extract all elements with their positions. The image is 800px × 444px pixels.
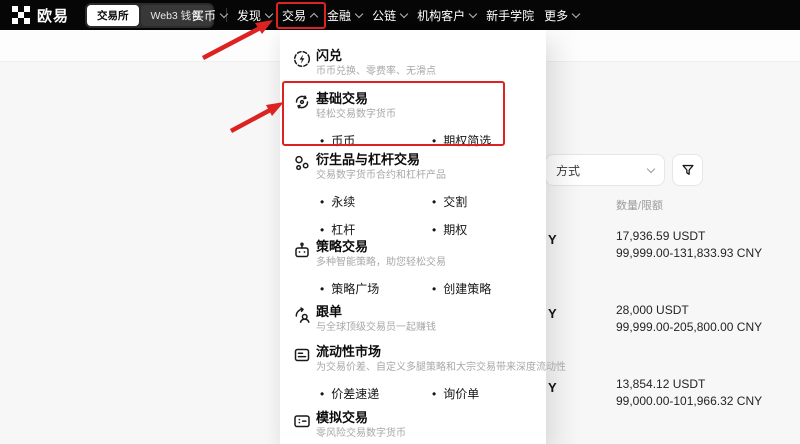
menu-section-liquidity-marketplace[interactable]: 流动性市场 为交易价差、自定义多腿策略和大宗交易带来深度流动性 价差速递 询价单: [280, 344, 566, 414]
top-navbar: 欧易 交易所 Web3 钱包 买币 发现 交易 金融 公链 机构客户 新手学院 …: [0, 0, 800, 30]
okx-trade-menu-screenshot: 欧易 交易所 Web3 钱包 买币 发现 交易 金融 公链 机构客户 新手学院 …: [0, 0, 800, 444]
menu-link-strategy-square[interactable]: 策略广场: [320, 281, 432, 297]
nav-item-academy[interactable]: 新手学院: [486, 7, 534, 24]
nav-item-buy-crypto[interactable]: 买币: [192, 7, 229, 24]
menu-link-perpetual[interactable]: 永续: [320, 194, 432, 210]
amount-limit-cell: 13,854.12 USDT 99,000.00-101,966.32 CNY: [616, 377, 763, 408]
menu-link-rfq[interactable]: 询价单: [432, 386, 544, 402]
payment-method-select[interactable]: 方式: [545, 154, 665, 186]
menu-item-title[interactable]: 策略交易: [316, 239, 546, 255]
nav-item-finance[interactable]: 金融: [327, 7, 364, 24]
chevron-up-icon: [309, 12, 319, 21]
robot-icon: [292, 240, 312, 260]
chevron-down-icon: [264, 9, 274, 18]
menu-item-title[interactable]: 模拟交易: [316, 410, 546, 426]
price-fragment: Y: [548, 232, 557, 247]
annotation-arrow-to-basic-trading: [229, 102, 284, 133]
convert-icon: [292, 92, 312, 112]
menu-link-create-strategy[interactable]: 创建策略: [432, 281, 544, 297]
lightning-icon: [292, 49, 312, 69]
price-fragment: Y: [548, 306, 557, 321]
molecule-icon: [292, 153, 312, 173]
amount-limit-column-header: 数量/限额: [616, 200, 664, 212]
chevron-down-icon: [468, 9, 478, 18]
menu-item-title[interactable]: 衍生品与杠杆交易: [316, 152, 546, 168]
toggle-exchange-button[interactable]: 交易所: [87, 4, 139, 26]
nav-item-public-chain[interactable]: 公链: [372, 7, 409, 24]
menu-section-strategy-trading[interactable]: 策略交易 多种智能策略，助您轻松交易 策略广场 创建策略: [280, 239, 546, 309]
okx-logo-icon: [12, 6, 30, 24]
menu-section-demo-trading[interactable]: 模拟交易 零风险交易数字货币: [280, 410, 546, 441]
menu-link-futures[interactable]: 交割: [432, 194, 544, 210]
menu-section-basic-trading[interactable]: 基础交易 轻松交易数字货币 币币 期权简选: [280, 91, 546, 161]
copy-trade-icon: [292, 305, 312, 325]
menu-item-subtitle: 币币兑换、零费率、无滑点: [316, 66, 436, 77]
chevron-down-icon: [219, 9, 229, 18]
menu-link-nitro-spreads[interactable]: 价差速递: [320, 386, 432, 402]
nav-item-discover[interactable]: 发现: [237, 7, 274, 24]
menu-section-copy-trading[interactable]: 跟单 与全球顶级交易员一起赚钱: [280, 304, 546, 335]
demo-icon: [292, 411, 312, 431]
nav-item-more[interactable]: 更多: [544, 7, 581, 24]
funnel-icon: [681, 164, 694, 175]
menu-link-easy-options[interactable]: 期权简选: [432, 133, 544, 149]
menu-item-subtitle: 与全球顶级交易员一起赚钱: [316, 322, 436, 333]
chevron-down-icon: [571, 9, 581, 18]
nav-item-trade[interactable]: 交易: [282, 7, 319, 24]
chevron-down-icon: [399, 9, 409, 18]
menu-item-title[interactable]: 闪兑: [316, 48, 546, 64]
menu-item-title[interactable]: 基础交易: [316, 91, 546, 107]
menu-item-title[interactable]: 流动性市场: [316, 344, 546, 360]
okx-logo[interactable]: 欧易: [12, 5, 69, 26]
menu-link-spot[interactable]: 币币: [320, 133, 432, 149]
menu-item-title[interactable]: 跟单: [316, 304, 546, 320]
menu-section-derivatives[interactable]: 衍生品与杠杆交易 交易数字货币合约和杠杆产品 永续 交割 杠杆 期权: [280, 152, 546, 250]
okx-logo-text: 欧易: [37, 7, 70, 25]
menu-item-subtitle: 交易数字货币合约和杠杆产品: [316, 170, 446, 181]
menu-item-subtitle: 零风险交易数字货币: [316, 428, 406, 439]
menu-link-margin[interactable]: 杠杆: [320, 222, 432, 238]
menu-section-convert[interactable]: 闪兑 币币兑换、零费率、无滑点: [280, 48, 546, 79]
chevron-down-icon: [646, 164, 656, 173]
filter-button[interactable]: [672, 154, 703, 186]
nav-item-institutions[interactable]: 机构客户: [417, 7, 478, 24]
menu-item-subtitle: 多种智能策略，助您轻松交易: [316, 257, 446, 268]
liquidity-icon: [292, 345, 312, 365]
price-fragment: Y: [548, 380, 557, 395]
menu-item-subtitle: 轻松交易数字货币: [316, 109, 396, 120]
menu-item-subtitle: 为交易价差、自定义多腿策略和大宗交易带来深度流动性: [316, 362, 566, 373]
chevron-down-icon: [354, 9, 364, 18]
navbar-menu: 买币 发现 交易 金融 公链 机构客户 新手学院 更多: [192, 0, 581, 30]
amount-limit-cell: 28,000 USDT 99,999.00-205,800.00 CNY: [616, 303, 763, 334]
payment-method-select-value: 方式: [556, 163, 581, 178]
trade-dropdown-menu: 闪兑 币币兑换、零费率、无滑点 基础交易 轻松交易数字货币 币币 期权简选 衍生…: [280, 30, 566, 444]
menu-link-options[interactable]: 期权: [432, 222, 544, 238]
amount-limit-cell: 17,936.59 USDT 99,999.00-131,833.93 CNY: [616, 229, 763, 260]
